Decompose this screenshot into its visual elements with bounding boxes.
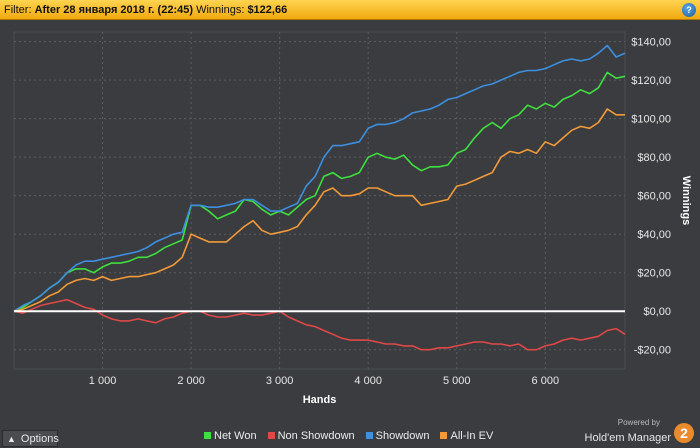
series-line-non-showdown — [13, 298, 626, 351]
winnings-label: Winnings: — [196, 4, 245, 16]
legend-swatch — [267, 432, 275, 439]
chevron-up-icon: ▲ — [7, 434, 16, 444]
y-tick-label: $140,00 — [631, 37, 671, 49]
chart-legend: Net Won Non Showdown Showdown All-In EV — [204, 430, 504, 444]
y-tick-label: $80,00 — [637, 152, 671, 164]
help-icon[interactable]: ? — [682, 3, 696, 17]
x-tick-label: 2 000 — [177, 375, 205, 387]
filter-summary[interactable]: Filter: After 28 января 2018 г. (22:45) … — [4, 0, 287, 20]
y-axis-title: Winnings — [680, 176, 692, 225]
legend-label: All-In EV — [450, 430, 494, 442]
legend-item-all-in-ev[interactable]: All-In EV — [440, 430, 493, 442]
legend-swatch — [365, 432, 373, 439]
x-axis-title: Hands — [303, 394, 337, 406]
legend-item-non-showdown[interactable]: Non Showdown — [267, 430, 355, 442]
winnings-chart: -$20,00 $0,00 $20,00 $40,00 $60,00 $80,00 $100… — [13, 31, 692, 406]
brand-block: Powered by Hold'em Manager 2 — [576, 418, 696, 448]
filter-bar[interactable]: Filter: After 28 января 2018 г. (22:45) … — [0, 0, 700, 20]
y-tick-label: $120,00 — [631, 75, 671, 87]
plot-frame — [13, 31, 626, 370]
filter-prefix: Filter: — [4, 4, 32, 16]
legend-item-net-won[interactable]: Net Won — [204, 430, 257, 442]
x-tick-label: 3 000 — [266, 375, 294, 387]
footer: ▲ Options Net Won Non Showdown Showdown All-… — [0, 418, 700, 448]
options-button[interactable]: ▲ Options — [2, 430, 59, 447]
y-tick-label: $0,00 — [643, 306, 671, 318]
brand-logo-icon: 2 — [674, 423, 694, 443]
y-tick-label: $60,00 — [637, 191, 671, 203]
legend-label: Non Showdown — [277, 430, 355, 442]
x-tick-label: 1 000 — [89, 375, 117, 387]
series-line-showdown — [13, 44, 626, 312]
y-tick-label: $20,00 — [637, 268, 671, 280]
x-tick-label: 5 000 — [443, 375, 471, 387]
series-line-all-in-ev — [13, 108, 625, 312]
brand-name: Hold'em Manager — [584, 432, 671, 444]
y-tick-label: -$20,00 — [634, 345, 671, 357]
series-line-net-won — [13, 71, 626, 312]
filter-value: After 28 января 2018 г. (22:45) — [34, 4, 194, 16]
winnings-value: $122,66 — [247, 4, 288, 16]
legend-label: Net Won — [214, 430, 257, 442]
legend-swatch — [440, 432, 448, 439]
legend-swatch — [204, 432, 211, 439]
y-tick-label: $100,00 — [631, 114, 671, 126]
x-tick-label: 6 000 — [532, 375, 560, 387]
y-tick-label: $40,00 — [637, 229, 671, 241]
options-label: Options — [20, 433, 59, 445]
powered-by-text: Powered by — [617, 418, 660, 427]
x-tick-label: 4 000 — [354, 375, 382, 387]
legend-label: Showdown — [375, 430, 430, 442]
legend-item-showdown[interactable]: Showdown — [365, 430, 430, 442]
